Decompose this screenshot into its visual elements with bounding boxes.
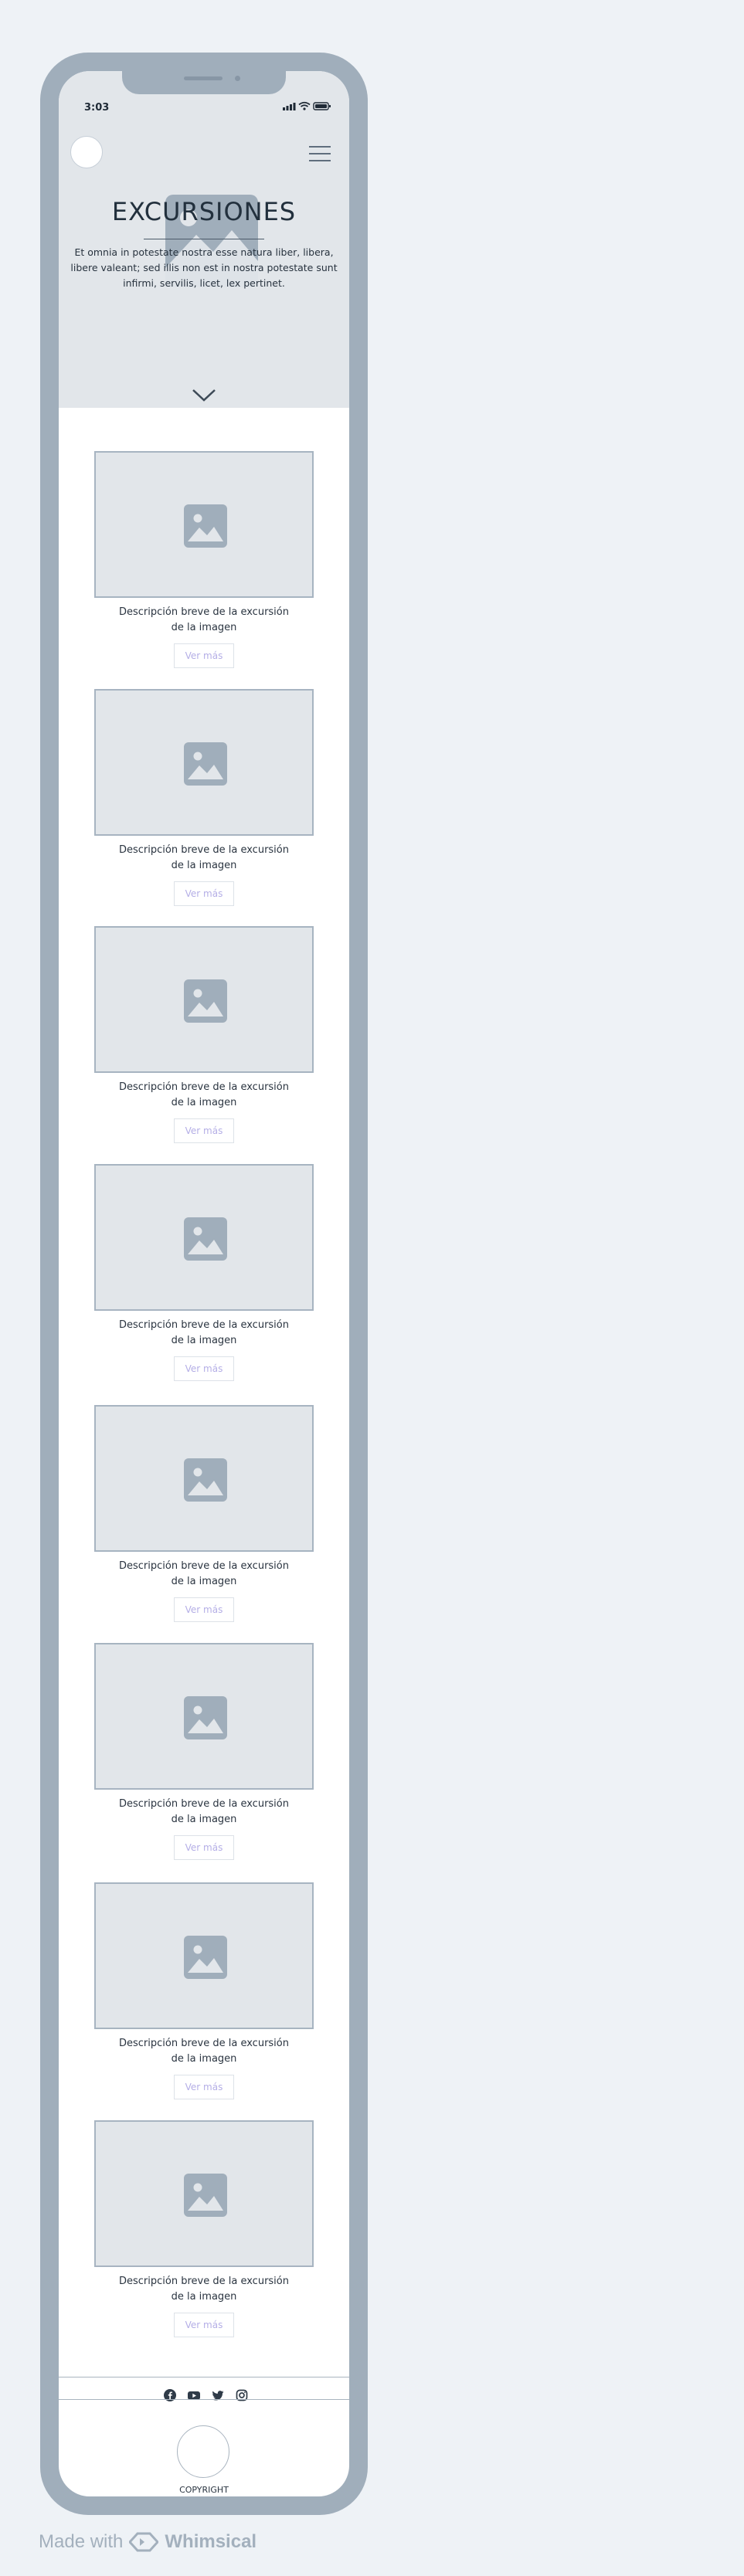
excursion-card: Descripción breve de la excursión de la … [94, 926, 314, 1143]
image-placeholder-icon [184, 504, 227, 548]
image-placeholder-icon [184, 979, 227, 1023]
excursion-description: Descripción breve de la excursión de la … [119, 1560, 289, 1587]
ver-mas-button[interactable]: Ver más [174, 1356, 234, 1381]
excursion-description: Descripción breve de la excursión de la … [119, 1081, 289, 1108]
image-placeholder-icon [184, 1458, 227, 1502]
phone-screen: EXCURSIONES Et omnia in potestate nostra… [59, 71, 349, 2496]
excursion-image[interactable] [94, 1405, 314, 1552]
status-icons [283, 101, 331, 110]
excursion-image[interactable] [94, 451, 314, 598]
excursion-description: Descripción breve de la excursión de la … [119, 844, 289, 871]
excursion-description: Descripción breve de la excursión de la … [119, 2038, 289, 2065]
copyright-text: COPYRIGHT [179, 2485, 229, 2495]
signal-bar-icon [283, 107, 285, 110]
made-with-label: Made with [39, 2531, 124, 2552]
ver-mas-button[interactable]: Ver más [174, 1118, 234, 1143]
logo-circle[interactable] [70, 136, 103, 168]
chevron-down-icon[interactable] [191, 388, 217, 403]
status-time: 3:03 [84, 102, 110, 114]
excursion-description: Descripción breve de la excursión de la … [119, 1319, 289, 1346]
excursion-card: Descripción breve de la excursión de la … [94, 1164, 314, 1381]
excursion-image[interactable] [94, 2120, 314, 2267]
ver-mas-button[interactable]: Ver más [174, 2075, 234, 2099]
page-title: EXCURSIONES [111, 197, 297, 226]
whimsical-brand-name: Whimsical [165, 2531, 257, 2552]
image-placeholder-icon [184, 1696, 227, 1739]
excursion-image[interactable] [94, 1643, 314, 1790]
excursion-image[interactable] [94, 926, 314, 1073]
ver-mas-button[interactable]: Ver más [174, 1597, 234, 1622]
hero-section: EXCURSIONES Et omnia in potestate nostra… [59, 71, 349, 408]
ver-mas-button[interactable]: Ver más [174, 2313, 234, 2337]
excursion-card: Descripción breve de la excursión de la … [94, 2120, 314, 2337]
excursion-description: Descripción breve de la excursión de la … [119, 606, 289, 633]
hero-description: Et omnia in potestate nostra esse natura… [70, 246, 338, 289]
image-placeholder-icon [184, 742, 227, 786]
made-with-whimsical-badge[interactable]: Made with Whimsical [39, 2531, 256, 2553]
excursion-image[interactable] [94, 689, 314, 836]
ver-mas-button[interactable]: Ver más [174, 643, 234, 668]
excursion-card: Descripción breve de la excursión de la … [94, 451, 314, 668]
footer-divider-bottom [59, 2399, 349, 2400]
excursion-card: Descripción breve de la excursión de la … [94, 1405, 314, 1622]
excursion-description: Descripción breve de la excursión de la … [119, 1798, 289, 1825]
device-notch [122, 71, 286, 94]
excursion-description: Descripción breve de la excursión de la … [119, 2276, 289, 2303]
excursion-card: Descripción breve de la excursión de la … [94, 1643, 314, 1860]
excursion-card: Descripción breve de la excursión de la … [94, 689, 314, 906]
image-placeholder-icon [184, 1936, 227, 1979]
footer-logo-circle[interactable] [177, 2425, 229, 2478]
image-placeholder-icon [184, 1217, 227, 1261]
ver-mas-button[interactable]: Ver más [174, 881, 234, 906]
excursion-card: Descripción breve de la excursión de la … [94, 1882, 314, 2099]
image-placeholder-icon [184, 2174, 227, 2217]
excursion-image[interactable] [94, 1164, 314, 1311]
hamburger-menu-icon[interactable] [308, 145, 331, 162]
camera [235, 76, 240, 81]
whimsical-logo-icon [129, 2532, 159, 2552]
phone-frame: EXCURSIONES Et omnia in potestate nostra… [40, 53, 368, 2515]
ver-mas-button[interactable]: Ver más [174, 1835, 234, 1860]
excursion-image[interactable] [94, 1882, 314, 2029]
speaker [184, 76, 223, 80]
